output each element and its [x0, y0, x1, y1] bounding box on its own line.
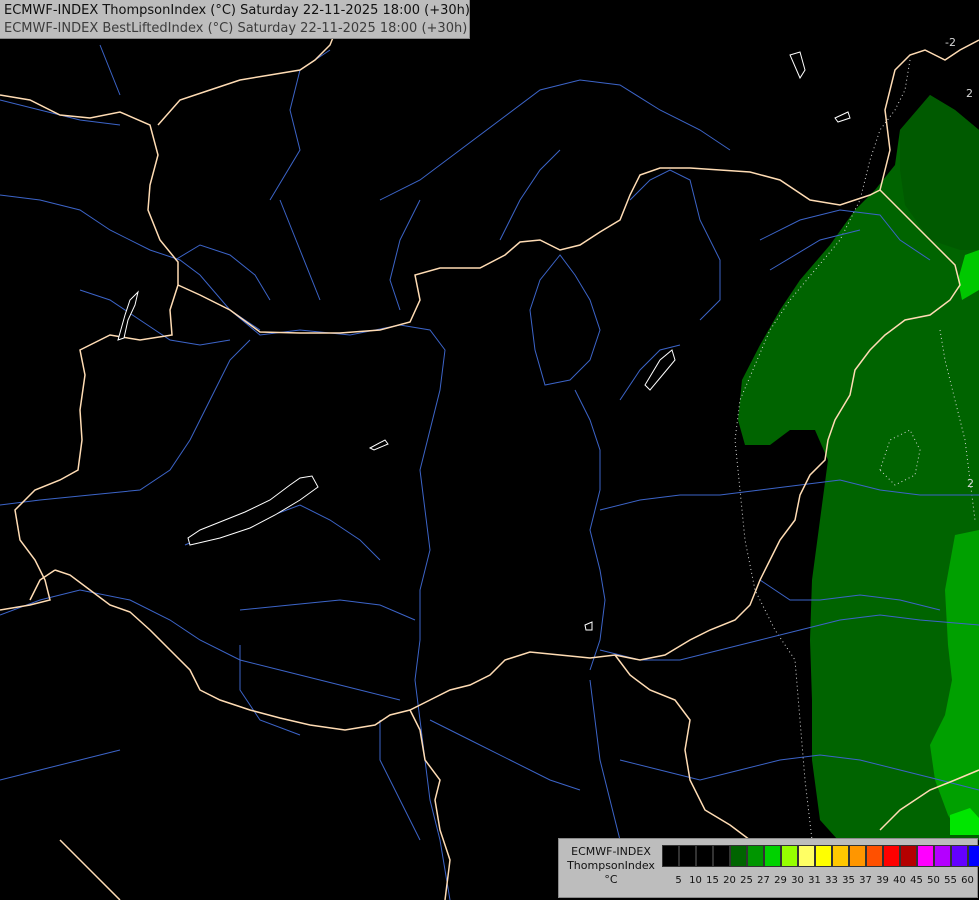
border	[409, 709, 451, 900]
legend-tick-label: 20	[723, 875, 736, 886]
thompson-index-field	[738, 95, 979, 840]
lake-balaton	[187, 475, 319, 546]
legend-tick-label: 15	[706, 875, 719, 886]
legend-tick-label: 55	[944, 875, 957, 886]
legend-tick-label: 29	[774, 875, 787, 886]
river	[379, 79, 731, 201]
legend-tick-label: 40	[893, 875, 906, 886]
river	[99, 44, 121, 96]
legend-swatch	[730, 845, 747, 867]
contour-label: -2	[945, 36, 956, 49]
legend-swatch	[900, 845, 917, 867]
river	[269, 49, 331, 201]
lakes	[117, 51, 851, 631]
legend-swatch	[917, 845, 934, 867]
legend-swatch	[662, 845, 679, 867]
river	[279, 199, 321, 301]
river	[389, 199, 421, 311]
legend-swatch	[849, 845, 866, 867]
legend-swatch	[764, 845, 781, 867]
contour-label: 2	[967, 477, 974, 490]
legend-tick-label: 27	[757, 875, 770, 886]
river	[239, 599, 416, 621]
legend-swatch	[781, 845, 798, 867]
legend-swatch	[968, 845, 979, 867]
legend-swatch	[934, 845, 951, 867]
map-title: ECMWF-INDEX ThompsonIndex (°C) Saturday …	[0, 0, 470, 39]
legend-swatch	[832, 845, 849, 867]
legend-swatch	[679, 845, 696, 867]
lake	[584, 621, 593, 631]
legend-tick-label: 5	[675, 875, 682, 886]
contour-label: 2	[966, 87, 973, 100]
river	[499, 149, 561, 241]
river	[629, 169, 721, 321]
legend-tick-label: 50	[927, 875, 940, 886]
legend-swatch	[866, 845, 883, 867]
river	[429, 719, 581, 791]
legend-swatch	[713, 845, 730, 867]
river	[229, 309, 451, 900]
river	[589, 679, 621, 841]
lake	[834, 111, 851, 123]
river	[0, 589, 401, 701]
title-best-lifted-index: ECMWF-INDEX BestLiftedIndex (°C) Saturda…	[4, 21, 468, 36]
river	[379, 720, 421, 841]
legend-tick-label: 10	[689, 875, 702, 886]
legend-tick-label: 45	[910, 875, 923, 886]
legend-tick-label: 39	[876, 875, 889, 886]
legend-tick-label: 25	[740, 875, 753, 886]
legend-tick-label: 35	[842, 875, 855, 886]
legend-model: ECMWF-INDEX	[571, 845, 651, 858]
legend-swatch	[747, 845, 764, 867]
legend-swatches	[662, 845, 979, 867]
legend-title: ECMWF-INDEX ThompsonIndex °C	[563, 845, 659, 887]
color-legend: ECMWF-INDEX ThompsonIndex °C 5 10 15 20 25 27…	[558, 838, 979, 898]
title-thompson-index: ECMWF-INDEX ThompsonIndex (°C) Saturday …	[4, 3, 470, 18]
river	[0, 749, 121, 781]
legend-swatch	[951, 845, 968, 867]
border	[0, 94, 179, 611]
legend-ticks: 5 10 15 20 25 27 29 30 31 33 35 37 39 40 45 50 55 60	[670, 874, 976, 888]
river	[239, 645, 301, 736]
legend-swatch	[798, 845, 815, 867]
river	[0, 99, 121, 126]
weather-map: -2 2 2	[0, 0, 979, 900]
lake	[368, 439, 389, 451]
legend-tick-label: 33	[825, 875, 838, 886]
border	[59, 839, 121, 900]
lake	[644, 349, 676, 391]
river	[0, 339, 251, 506]
lake	[789, 51, 806, 80]
legend-swatch	[696, 845, 713, 867]
border	[177, 167, 881, 334]
legend-tick-label: 31	[808, 875, 821, 886]
lake	[117, 290, 139, 341]
legend-swatch	[883, 845, 900, 867]
river	[529, 254, 601, 386]
legend-variable: ThompsonIndex	[567, 859, 655, 872]
legend-tick-label: 30	[791, 875, 804, 886]
legend-tick-label: 37	[859, 875, 872, 886]
legend-unit: °C	[604, 873, 618, 886]
legend-swatch	[815, 845, 832, 867]
legend-tick-label: 60	[961, 875, 974, 886]
border	[614, 654, 751, 841]
river	[174, 244, 271, 301]
